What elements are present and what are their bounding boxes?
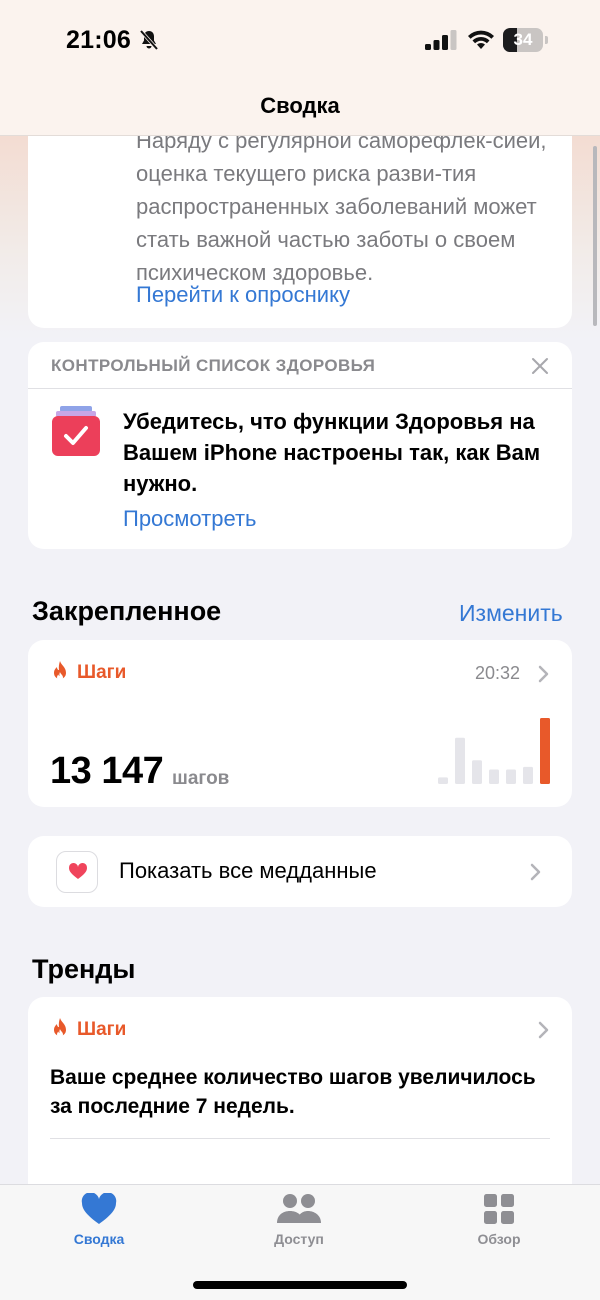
flame-icon xyxy=(54,661,66,681)
show-all-records-row[interactable]: Показать все медданные xyxy=(28,836,572,907)
battery-body: 34 xyxy=(503,28,543,52)
checklist-heading: КОНТРОЛЬНЫЙ СПИСОК ЗДОРОВЬЯ xyxy=(51,356,376,375)
tab-summary-label: Сводка xyxy=(73,1231,125,1247)
steps-updated-time: 20:32 xyxy=(475,663,521,683)
tab-browse-label: Обзор xyxy=(477,1231,521,1247)
checklist-text: Убедитесь, что функции Здоровья на Вашем… xyxy=(123,409,541,496)
chevron-right-icon xyxy=(538,665,549,683)
edit-pinned-button[interactable]: Изменить xyxy=(459,600,563,627)
heart-icon xyxy=(81,1193,117,1224)
steps-bar xyxy=(438,777,448,784)
scroll-indicator[interactable] xyxy=(593,146,597,326)
steps-bar xyxy=(489,769,499,784)
page-title: Сводка xyxy=(260,93,340,118)
battery-percent: 34 xyxy=(513,30,533,49)
steps-bar xyxy=(455,737,465,784)
steps-bar xyxy=(506,769,516,784)
tab-summary[interactable]: Сводка xyxy=(29,1193,169,1247)
wifi-icon xyxy=(468,30,494,49)
pinned-section-title: Закрепленное xyxy=(32,596,222,626)
chevron-right-icon xyxy=(530,863,541,881)
status-time: 21:06 xyxy=(66,26,131,54)
checklist-icon xyxy=(52,406,100,456)
nav-bar: Сводка xyxy=(0,84,600,136)
steps-mini-chart xyxy=(438,718,550,784)
bell-slash-icon xyxy=(139,29,159,51)
close-icon[interactable] xyxy=(530,356,550,376)
review-link[interactable]: Просмотреть xyxy=(123,506,257,532)
battery-indicator: 34 xyxy=(503,28,548,52)
people-icon xyxy=(277,1194,321,1223)
health-app-icon xyxy=(56,851,98,893)
checklist-divider xyxy=(28,388,572,389)
steps-card[interactable]: Шаги 20:32 13 147 шагов xyxy=(28,640,572,807)
steps-value: 13 147 xyxy=(50,750,164,792)
mental-health-text: Наряду с регулярной саморефлек-сией, оце… xyxy=(136,128,547,285)
health-checklist-card[interactable]: КОНТРОЛЬНЫЙ СПИСОК ЗДОРОВЬЯ Убедитесь, ч… xyxy=(28,342,572,549)
show-all-records-label: Показать все медданные xyxy=(119,858,377,883)
go-to-questionnaire-link[interactable]: Перейти к опроснику xyxy=(136,282,350,308)
heart-icon xyxy=(68,862,88,879)
trend-divider xyxy=(50,1138,550,1139)
steps-unit: шагов xyxy=(172,768,230,789)
steps-label: Шаги xyxy=(77,662,127,683)
tab-sharing[interactable]: Доступ xyxy=(229,1193,369,1247)
trend-description: Ваше среднее количество шагов увеличилос… xyxy=(50,1066,536,1118)
steps-bar xyxy=(523,766,533,784)
steps-bar xyxy=(472,760,482,784)
trend-steps-label: Шаги xyxy=(77,1019,127,1040)
tab-sharing-label: Доступ xyxy=(274,1231,324,1247)
status-bar: 21:06 34 xyxy=(0,0,600,84)
trends-section-title: Тренды xyxy=(32,954,136,984)
home-indicator[interactable] xyxy=(193,1281,407,1289)
cellular-signal-icon xyxy=(425,30,457,50)
flame-icon xyxy=(54,1018,66,1038)
tab-browse[interactable]: Обзор xyxy=(429,1193,569,1247)
steps-bar-today xyxy=(540,718,550,784)
grid-icon xyxy=(484,1194,514,1224)
chevron-right-icon xyxy=(538,1021,549,1039)
battery-cap xyxy=(545,36,548,44)
